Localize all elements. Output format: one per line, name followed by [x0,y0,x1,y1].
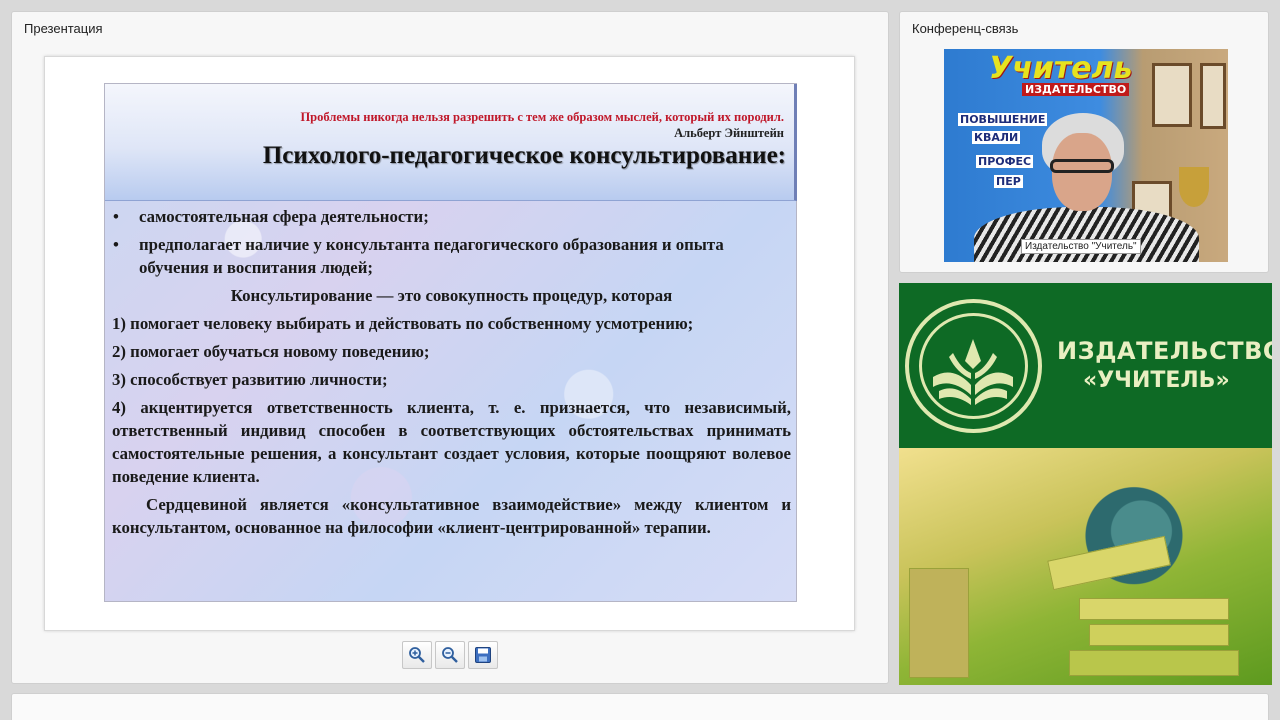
conference-panel-title: Конференц-связь [912,21,1019,36]
zoom-in-icon [409,647,425,663]
book-image [909,568,969,678]
video-banner-sub: ИЗДАТЕЛЬСТВО [1022,83,1130,96]
zoom-in-button[interactable] [402,641,432,669]
video-banner-line: ПРОФЕС [976,155,1034,168]
video-banner-line: ПОВЫШЕНИЕ [958,113,1048,126]
floppy-disk-icon [475,647,491,663]
slide-bullet: самостоятельная сфера деятельности; [112,205,791,228]
slide-header: Проблемы никогда нельзя разрешить с тем … [105,84,797,201]
slide-bullet: предполагает наличие у консультанта педа… [112,233,791,279]
slide-definition: Консультирование — это совокупность проц… [230,286,673,305]
video-feed[interactable]: Учитель ИЗДАТЕЛЬСТВО ПОВЫШЕНИЕ КВАЛИ ПРО… [944,49,1228,262]
zoom-out-icon [442,647,458,663]
publisher-logo [905,299,1042,433]
slide-item: 1) помогает человеку выбирать и действов… [112,314,694,333]
presentation-panel: Презентация Проблемы никогда нельзя разр… [11,11,889,684]
publisher-banner: ИЗДАТЕЛЬСТВО «УЧИТЕЛЬ» [899,283,1272,685]
speaker-glasses [1050,159,1114,173]
wall-frame-image [1200,63,1226,129]
slide: Проблемы никогда нельзя разрешить с тем … [104,83,797,602]
save-button[interactable] [468,641,498,669]
publisher-name-line1: ИЗДАТЕЛЬСТВО [1057,337,1272,365]
slide-viewport: Проблемы никогда нельзя разрешить с тем … [44,56,855,631]
zoom-out-button[interactable] [435,641,465,669]
video-banner-line: КВАЛИ [972,131,1021,144]
publisher-banner-image [899,448,1272,685]
slide-body: самостоятельная сфера деятельности; пред… [112,205,791,544]
participant-label: Издательство "Учитель" [1021,239,1141,254]
bottom-panel [11,693,1269,720]
publisher-name-line2: «УЧИТЕЛЬ» [1083,368,1230,393]
conference-panel: Конференц-связь Учитель ИЗДАТЕЛЬСТВО ПОВ… [899,11,1269,273]
slide-item: 3) способствует развитию личности; [112,370,388,389]
slide-closing: Сердцевиной является «консультативное вз… [112,495,791,537]
book-image [1089,624,1229,646]
slide-toolbar [402,641,498,669]
slide-quote-author: Альберт Эйнштейн [674,126,784,140]
book-image [1069,650,1239,676]
open-book-icon [933,339,1013,405]
slide-quote: Проблемы никогда нельзя разрешить с тем … [300,110,784,124]
video-banner-line: ПЕР [994,175,1023,188]
wall-frame-image [1152,63,1192,127]
trophy-image [1179,167,1209,207]
slide-item: 4) акцентируется ответственность клиента… [112,398,791,486]
book-image [1047,535,1171,591]
slide-item: 2) помогает обучаться новому поведению; [112,342,430,361]
book-image [1079,598,1229,620]
video-banner-text: Учитель [989,51,1133,86]
slide-title: Психолого-педагогическое консультировани… [262,142,786,169]
presentation-panel-title: Презентация [24,21,103,36]
publisher-banner-top: ИЗДАТЕЛЬСТВО «УЧИТЕЛЬ» [899,283,1272,448]
